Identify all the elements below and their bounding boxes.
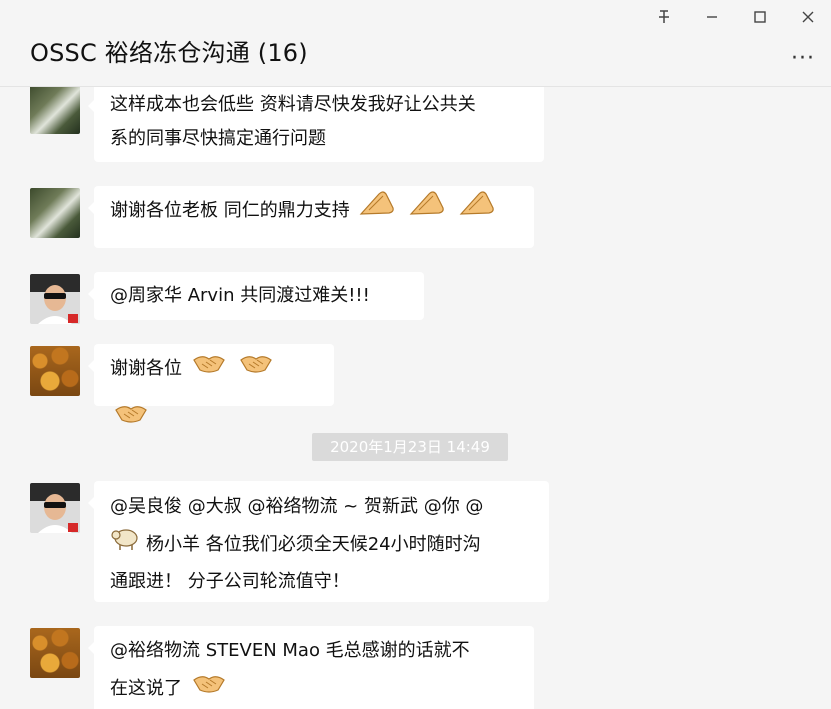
message-text: @吴良俊 @大叔 @裕络物流 ~ 贺新武 @你 @ [110,496,484,517]
leaves-avatar[interactable] [30,628,80,678]
message-bubble[interactable]: @周家华 Arvin 共同渡过难关!!! [88,272,424,320]
message-bubble[interactable]: @吴良俊 @大叔 @裕络物流 ~ 贺新武 @你 @ 杨小羊 各位我们必须全天候2… [88,481,549,602]
minimize-button[interactable] [696,4,728,30]
maximize-button[interactable] [744,4,776,30]
message-bubble[interactable]: 谢谢各位 [88,344,334,423]
message-text: 谢谢各位 [110,358,182,379]
timestamp-divider: 2020年1月23日 14:49 [312,433,508,461]
handshake-icon [239,344,273,394]
message-text: 在这说了 [110,678,182,699]
message-bubble[interactable]: @裕络物流 STEVEN Mao 毛总感谢的话就不 在这说了 [88,626,534,709]
clap-hands-icon [409,186,445,236]
handshake-icon [192,670,226,708]
close-button[interactable] [792,4,824,30]
handshake-icon [192,344,226,394]
sheep-icon [110,525,140,564]
more-options-button[interactable]: ··· [791,46,815,71]
chat-title: OSSC 裕络冻仓沟通 (16) [30,39,308,67]
message-text: 谢谢各位老板 同仁的鼎力支持 [110,200,350,221]
message-text: 系的同事尽快搞定通行问题 [110,128,326,149]
message-bubble[interactable]: 谢谢各位老板 同仁的鼎力支持 [88,186,534,248]
title-bar: OSSC 裕络冻仓沟通 (16) ··· [0,0,831,87]
message-text: @周家华 Arvin 共同渡过难关!!! [110,285,370,306]
message-text: 杨小羊 各位我们必须全天候24小时随时沟 [146,533,481,555]
tree-avatar[interactable] [30,188,80,238]
message-bubble[interactable]: 这样成本也会低些 资料请尽快发我好让公共关 系的同事尽快搞定通行问题 [88,87,544,162]
clap-hands-icon [359,186,395,236]
message-text: 这样成本也会低些 资料请尽快发我好让公共关 [110,94,476,115]
message-text: 通跟进！ 分子公司轮流值守！ [110,571,350,592]
message-list[interactable]: 这样成本也会低些 资料请尽快发我好让公共关 系的同事尽快搞定通行问题 谢谢各位老… [0,87,831,709]
man-sunglasses-avatar[interactable] [30,483,80,533]
pin-icon[interactable] [648,4,680,30]
handshake-icon [114,394,148,444]
clap-hands-icon [459,186,495,236]
leaves-avatar[interactable] [30,346,80,396]
message-text: @裕络物流 STEVEN Mao 毛总感谢的话就不 [110,640,470,661]
tree-avatar[interactable] [30,87,80,134]
man-sunglasses-avatar[interactable] [30,274,80,324]
